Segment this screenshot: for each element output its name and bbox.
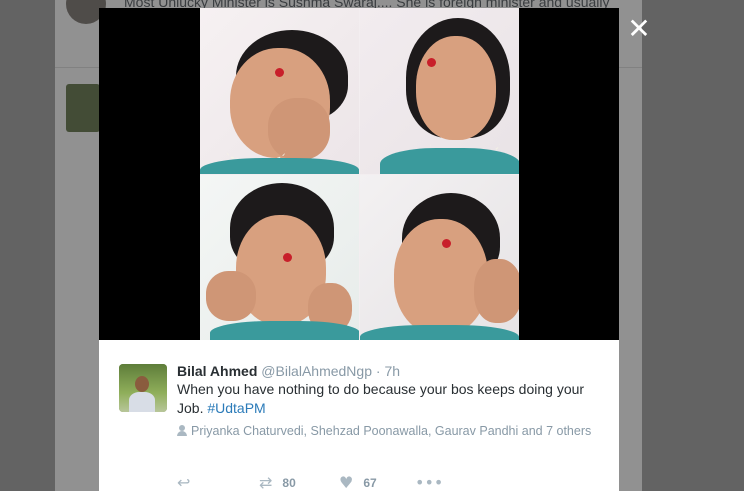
hashtag-link[interactable]: #UdtaPM (207, 400, 265, 416)
avatar[interactable] (119, 364, 167, 412)
photo-panel (360, 175, 519, 340)
separator: · (375, 363, 381, 379)
tagged-users[interactable]: Priyanka Chaturvedi, Shehzad Poonawalla,… (177, 423, 597, 440)
person-icon (177, 425, 187, 436)
more-dots-icon: ••• (415, 473, 444, 491)
tagged-users-text: Priyanka Chaturvedi, Shehzad Poonawalla,… (191, 424, 592, 438)
more-button[interactable]: ••• (415, 473, 453, 491)
reply-button[interactable]: ↩ (177, 473, 200, 491)
author-handle[interactable]: @BilalAhmedNgp (261, 363, 372, 379)
tweet-header: Bilal Ahmed @BilalAhmedNgp · 7h (177, 363, 400, 379)
photo-panel (360, 8, 519, 174)
photo-panel (200, 175, 359, 340)
photo-collage[interactable] (200, 8, 519, 340)
author-name[interactable]: Bilal Ahmed (177, 363, 257, 379)
like-count: 67 (363, 476, 377, 490)
tweet-text: When you have nothing to do because your… (177, 380, 607, 418)
heart-icon: ♥ (339, 473, 354, 491)
media-modal: Bilal Ahmed @BilalAhmedNgp · 7h When you… (99, 8, 619, 491)
tweet-timestamp[interactable]: 7h (384, 363, 400, 379)
media-viewer (99, 8, 619, 340)
reply-icon: ↩ (177, 473, 191, 491)
tweet-card: Bilal Ahmed @BilalAhmedNgp · 7h When you… (99, 340, 619, 491)
retweet-icon: ⇄ (259, 473, 273, 491)
retweet-count: 80 (282, 476, 296, 490)
close-icon[interactable]: ✕ (626, 15, 652, 43)
like-button[interactable]: ♥ 67 (339, 473, 377, 491)
retweet-button[interactable]: ⇄ 80 (259, 473, 296, 491)
photo-panel (200, 8, 359, 174)
